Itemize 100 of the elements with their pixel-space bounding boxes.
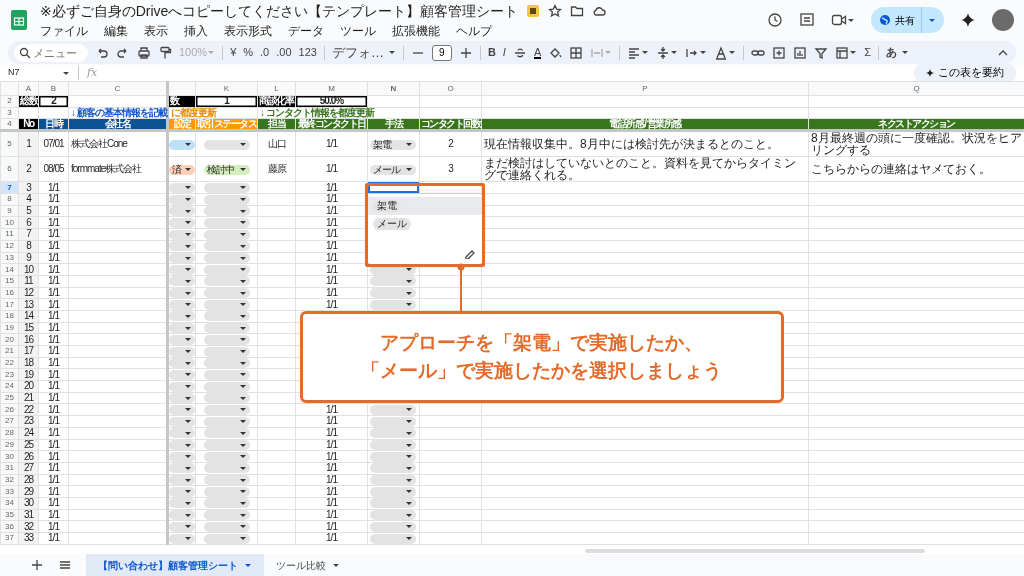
- caret-icon[interactable]: [387, 49, 396, 56]
- status-dropdown[interactable]: [169, 253, 195, 263]
- status-dropdown[interactable]: [169, 299, 195, 310]
- history-icon[interactable]: [767, 12, 783, 28]
- status-dropdown[interactable]: [169, 311, 195, 322]
- status-dropdown[interactable]: [169, 346, 195, 357]
- caret-icon[interactable]: [238, 141, 247, 149]
- menu-item[interactable]: 表示: [144, 23, 168, 38]
- caret-icon[interactable]: [332, 561, 340, 569]
- menu-item[interactable]: 挿入: [184, 23, 208, 38]
- menu-item[interactable]: 表示形式: [224, 23, 272, 38]
- input-tools-button[interactable]: あ: [886, 46, 898, 59]
- status-dropdown[interactable]: [169, 463, 195, 474]
- menu-item[interactable]: ファイル: [40, 23, 88, 38]
- column-header[interactable]: B: [38, 81, 69, 96]
- column-header[interactable]: Q: [808, 81, 1024, 96]
- status-dropdown[interactable]: [169, 194, 195, 205]
- status-dropdown[interactable]: [169, 521, 195, 532]
- text-rotate-icon[interactable]: [714, 45, 729, 60]
- paint-roller-icon[interactable]: [158, 45, 172, 60]
- status-dropdown[interactable]: [169, 276, 195, 287]
- status-dropdown[interactable]: 済: [169, 164, 195, 175]
- italic-button[interactable]: I: [502, 46, 506, 59]
- status-dropdown[interactable]: [169, 139, 195, 150]
- status-dropdown[interactable]: [169, 358, 195, 369]
- status-dropdown[interactable]: [169, 533, 195, 544]
- menu-item[interactable]: 拡張機能: [392, 23, 440, 38]
- row-header[interactable]: 25: [0, 392, 19, 404]
- column-header[interactable]: C: [68, 81, 168, 96]
- search-field[interactable]: メニュー: [14, 43, 88, 62]
- row-header[interactable]: 35: [0, 509, 19, 521]
- name-box[interactable]: N7: [8, 66, 54, 80]
- status-dropdown[interactable]: [169, 182, 195, 193]
- video-camera-icon[interactable]: [831, 12, 847, 28]
- caret-icon[interactable]: [405, 141, 413, 149]
- status-dropdown[interactable]: [169, 217, 195, 228]
- caret-icon[interactable]: [405, 166, 413, 174]
- avatar[interactable]: [992, 9, 1014, 31]
- number-format-button[interactable]: 123: [298, 46, 317, 59]
- status-dropdown[interactable]: [169, 404, 195, 415]
- status-dropdown[interactable]: [169, 323, 195, 334]
- bold-button[interactable]: B: [487, 46, 496, 59]
- font-size-field[interactable]: 9: [431, 44, 452, 61]
- increase-decimal-button[interactable]: .00: [276, 46, 292, 59]
- status-dropdown[interactable]: [169, 241, 195, 252]
- menu-item[interactable]: 編集: [104, 23, 128, 38]
- status-dropdown[interactable]: [169, 475, 195, 486]
- status-dropdown[interactable]: [169, 393, 195, 404]
- plus-icon[interactable]: [30, 558, 44, 572]
- column-header[interactable]: N: [367, 81, 420, 96]
- method-dropdown[interactable]: メール: [370, 164, 416, 175]
- column-header[interactable]: K: [195, 81, 258, 96]
- status-dropdown[interactable]: [169, 498, 195, 509]
- currency-button[interactable]: ¥: [230, 46, 237, 59]
- summarize-button[interactable]: この表を要約: [914, 64, 1016, 82]
- menu-icon[interactable]: [58, 558, 72, 572]
- dropdown-option[interactable]: 架電: [367, 196, 482, 215]
- caret-icon[interactable]: [699, 49, 708, 56]
- caret-icon[interactable]: [928, 16, 936, 24]
- menu-item[interactable]: ヘルプ: [456, 23, 492, 38]
- column-header[interactable]: O: [419, 81, 482, 96]
- status-dropdown[interactable]: [169, 334, 195, 345]
- caret-icon[interactable]: [670, 49, 679, 56]
- status-dropdown[interactable]: [169, 510, 195, 521]
- status-dropdown[interactable]: [169, 428, 195, 439]
- percent-button[interactable]: %: [243, 46, 254, 59]
- row-header[interactable]: 3: [0, 107, 19, 119]
- caret-icon[interactable]: [901, 49, 910, 56]
- comment-icon[interactable]: [799, 12, 815, 28]
- sheets-logo-icon[interactable]: [10, 9, 28, 31]
- column-header[interactable]: L: [257, 81, 296, 96]
- status-dropdown[interactable]: [169, 369, 195, 380]
- row-header[interactable]: 6: [0, 156, 19, 182]
- row-header[interactable]: 13: [0, 252, 19, 264]
- sheet-tab[interactable]: ツール比較: [264, 554, 352, 576]
- caret-icon[interactable]: [184, 166, 192, 174]
- status-dropdown[interactable]: [169, 451, 195, 462]
- sheet-tab[interactable]: 【問い合わせ】顧客管理シート: [86, 554, 264, 576]
- row-header[interactable]: 9: [0, 205, 19, 217]
- status-dropdown[interactable]: [169, 381, 195, 392]
- star-icon[interactable]: [548, 4, 563, 18]
- status-dropdown[interactable]: [169, 440, 195, 450]
- menu-item[interactable]: ツール: [340, 23, 376, 38]
- sparkle-icon[interactable]: [960, 12, 976, 28]
- folder-icon[interactable]: [570, 4, 585, 18]
- column-header[interactable]: P: [481, 81, 809, 96]
- status-dropdown[interactable]: [169, 206, 195, 217]
- text-color-button[interactable]: A: [533, 46, 542, 59]
- font-dropdown[interactable]: デフォ…: [331, 45, 384, 60]
- status-dropdown[interactable]: [169, 416, 195, 427]
- functions-button[interactable]: Σ: [864, 46, 872, 59]
- caret-icon[interactable]: [849, 49, 858, 56]
- method-dropdown[interactable]: 架電: [370, 139, 416, 150]
- decrease-decimal-button[interactable]: .0: [260, 46, 270, 59]
- table-view-icon[interactable]: [835, 45, 850, 60]
- row-header[interactable]: 32: [0, 474, 19, 486]
- row-header[interactable]: 5: [0, 130, 19, 157]
- caret-icon[interactable]: [184, 141, 192, 149]
- status-dropdown[interactable]: [169, 288, 195, 299]
- row-header[interactable]: 16: [0, 287, 19, 299]
